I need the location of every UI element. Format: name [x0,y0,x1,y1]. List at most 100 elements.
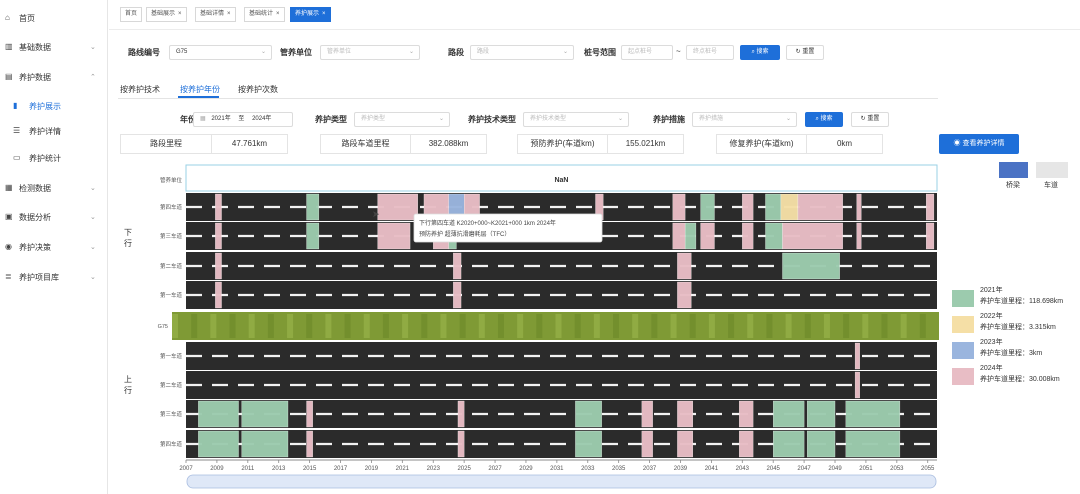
tab-2[interactable]: 基础详情 × [195,7,236,22]
type-select[interactable]: 养护类型 ⌄ [354,112,450,127]
maintenance-segment [377,222,411,250]
search-button[interactable]: ⌕ 搜索 [740,45,780,60]
year-separator: 至 [238,116,245,122]
year-range-picker[interactable]: ▦ 2021年 至 2024年 [193,112,293,127]
unit-select[interactable]: 管养单位 ⌄ [320,45,420,60]
tech-select[interactable]: 养护技术类型 ⌄ [523,112,629,127]
search-button-2-label: 搜索 [820,116,833,122]
maintenance-segment [765,193,782,221]
measure-placeholder: 养护措施 [699,116,724,122]
subtab-by-year[interactable]: 按养护年份 [180,84,220,95]
zoom-slider [186,474,937,489]
x-tick-label: 2029 [519,466,533,472]
type-placeholder: 养护类型 [361,116,386,122]
median-texture [593,314,600,338]
maintenance-segment [684,222,697,250]
chevron-down-icon: ⌄ [438,116,444,122]
sidebar-item-5[interactable]: ▭ 养护统计 [0,148,108,168]
tech-placeholder: 养护技术类型 [530,116,567,122]
legend-mileage: 养护车道里程：3km [980,350,1043,357]
direction-label-down: 行 [124,238,132,248]
sidebar-item-4[interactable]: ☰ 养护详情 [0,121,108,141]
sidebar: ⌂ 首页 ▥ 基础数据 ⌄ ▤ 养护数据 ⌃ ▮ 养护展示 ☰ 养护详情 ▭ 养护统计 ▦ 检测数据 ⌄ ▣ 数据分… [0,0,108,494]
maintenance-segment [677,400,693,428]
chevron-down-icon: ⌄ [260,49,266,55]
maintenance-segment [241,400,289,428]
x-tick-label: 2013 [272,466,286,472]
tab-label: 基础详情 [200,11,225,17]
x-tick-label: 2053 [890,466,904,472]
direction-label-down: 下 [124,228,132,237]
median-texture [267,314,274,338]
median-texture [574,314,581,338]
reset-button[interactable]: ↻ 重置 [786,45,824,60]
analysis-icon: ▣ [5,212,13,221]
median-texture [478,314,485,338]
stake-start-input[interactable]: 起点桩号 [621,45,673,60]
median-texture [172,314,178,338]
median-texture [402,314,409,338]
route-value: G75 [176,49,188,55]
close-icon[interactable]: × [178,11,182,17]
median-texture [229,314,236,338]
maintenance-segment [807,430,836,458]
tab-label: 基础展示 [151,11,176,17]
tab-4[interactable]: 养护展示 × [290,7,331,22]
sidebar-item-9[interactable]: ≣ 养护项目库 ⌄ [0,267,108,287]
view-detail-button[interactable]: ◉ 查看养护详情 [939,134,1019,154]
sidebar-item-6[interactable]: ▦ 检测数据 ⌄ [0,178,108,198]
search-button-label: 搜索 [756,49,769,55]
median-texture [862,314,869,338]
maintenance-segment [215,193,222,221]
maintenance-segment [677,281,692,309]
maintenance-segment [306,400,313,428]
decision-icon: ◉ [5,242,12,251]
x-tick-label: 2043 [736,466,750,472]
stake-start-placeholder: 起点桩号 [628,49,653,55]
maintenance-segment [215,281,222,309]
x-tick-label: 2041 [705,466,719,472]
tab-1[interactable]: 基础展示 × [146,7,187,22]
close-icon[interactable]: × [322,11,326,17]
chevron-up-icon: ⌃ [90,74,96,81]
close-icon[interactable]: × [276,11,280,17]
median-texture [804,314,811,338]
tab-label: 首页 [125,11,138,17]
sidebar-item-2[interactable]: ▤ 养护数据 ⌃ [0,67,108,87]
sidebar-item-3[interactable]: ▮ 养护展示 [0,96,108,116]
x-tick-label: 2007 [179,466,193,472]
refresh-icon: ↻ [795,49,801,55]
chevron-down-icon: ⌄ [617,116,623,122]
eye-icon: ◉ [953,140,961,147]
sidebar-item-7[interactable]: ▣ 数据分析 ⌄ [0,207,108,227]
section-placeholder: 路段 [477,49,490,55]
median-texture [708,314,715,338]
close-icon[interactable]: × [227,11,231,17]
measure-label: 养护措施 [653,115,685,124]
legend-swatch-3 [952,368,974,385]
stat-section-mileage-value: 47.761km [211,134,288,154]
tab-0[interactable]: 首页 [120,7,143,22]
reset-button-2[interactable]: ↻ 重置 [851,112,889,127]
maintenance-segment [782,252,840,280]
stat-repair-label: 修复养护(车道km) [716,134,807,154]
section-select[interactable]: 路段 ⌄ [470,45,574,60]
tab-3[interactable]: 基础统计 × [244,7,285,22]
route-select[interactable]: G75 ⌄ [169,45,272,60]
sidebar-item-1[interactable]: ▥ 基础数据 ⌄ [0,37,108,57]
stake-end-input[interactable]: 终点桩号 [686,45,734,60]
maintenance-segment [457,430,465,458]
sidebar-item-8[interactable]: ◉ 养护决策 ⌄ [0,237,108,257]
reset-button-label: 重置 [802,49,815,55]
subtab-by-technique[interactable]: 按养护技术 [120,84,160,95]
type-label: 养护类型 [315,115,347,124]
sidebar-item-label: 养护数据 [19,72,51,82]
unit-label: 管养单位 [280,48,312,57]
maintenance-segment [742,222,754,250]
sidebar-item-0[interactable]: ⌂ 首页 [0,8,108,28]
section-label: 路段 [448,48,464,57]
search-button-2[interactable]: ⌕ 搜索 [805,112,843,127]
measure-select[interactable]: 养护措施 ⌄ [692,112,797,127]
subtab-by-count[interactable]: 按养护次数 [238,84,278,95]
sidebar-item-label: 养护项目库 [19,272,59,282]
